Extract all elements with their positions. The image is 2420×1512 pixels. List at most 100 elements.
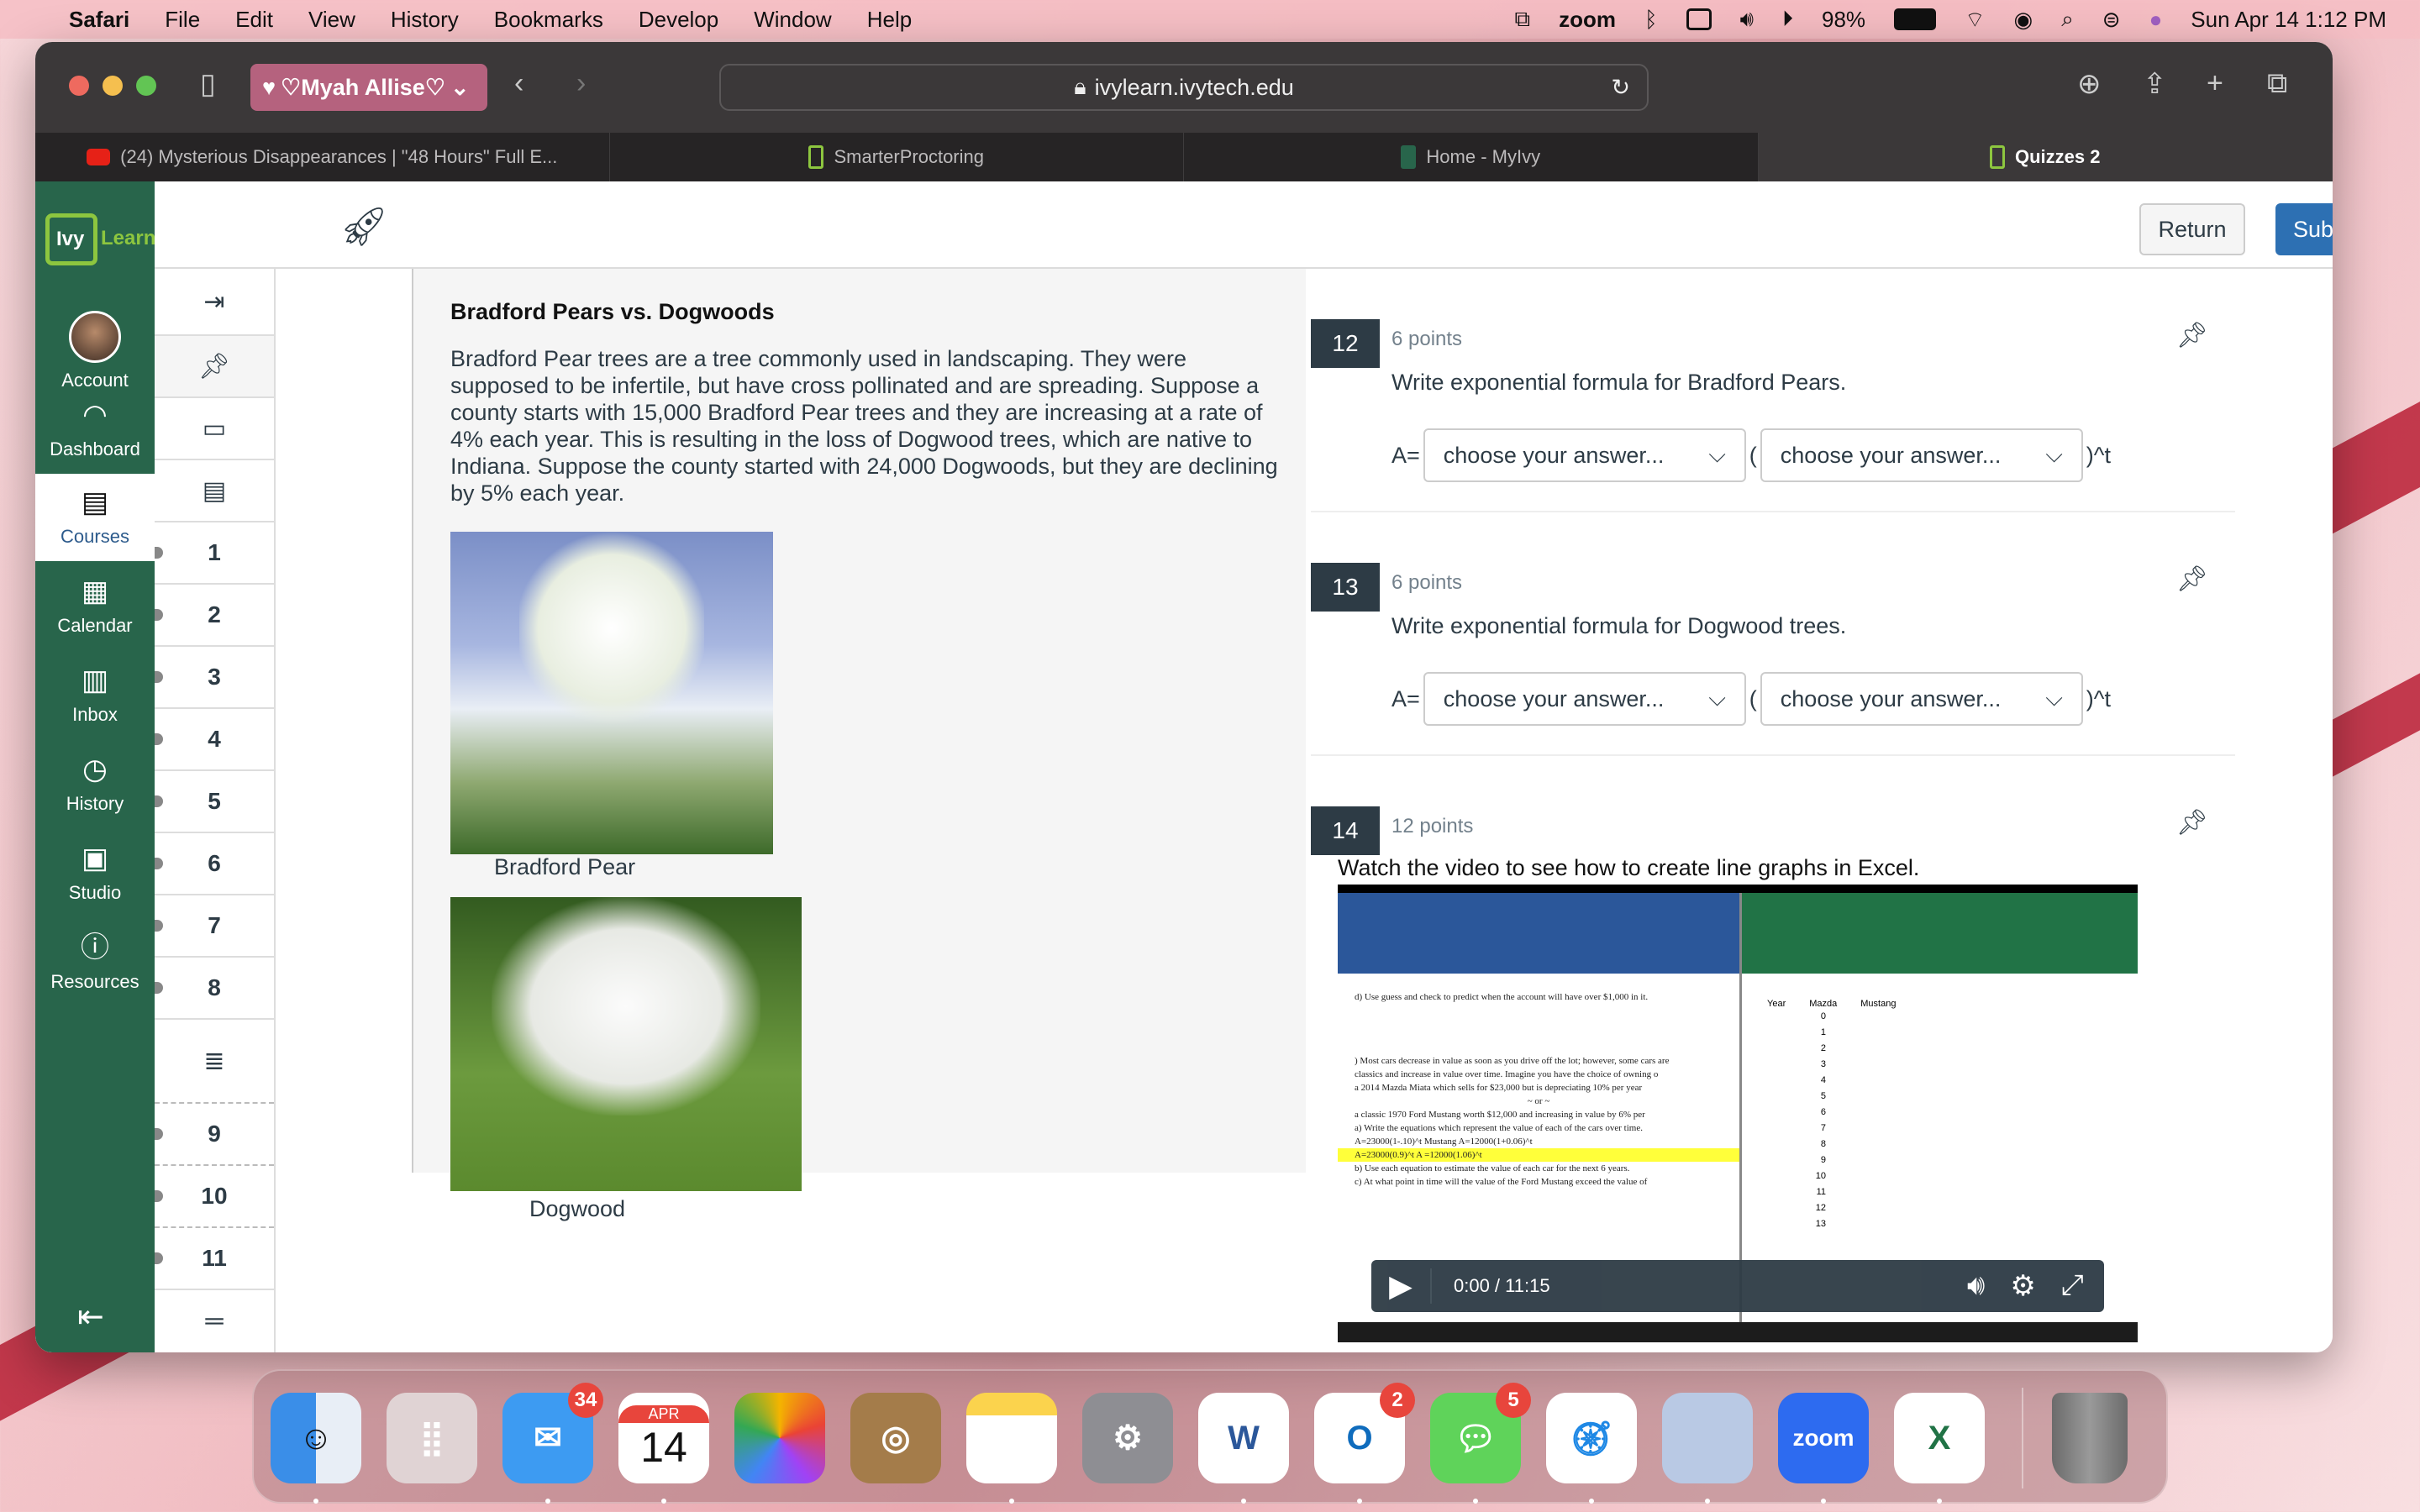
menu-history[interactable]: History — [391, 7, 459, 33]
ivylearn-logo[interactable]: Ivy Learn — [40, 213, 155, 265]
play-icon[interactable]: ⏵ — [1782, 6, 1793, 33]
nav-account[interactable]: Account — [35, 297, 155, 391]
question-link[interactable]: 3 — [155, 647, 274, 709]
dock-excel[interactable]: X — [1894, 1393, 1985, 1504]
answer-select-rate[interactable]: choose your answer... ⌵ — [1760, 428, 2083, 482]
menu-edit[interactable]: Edit — [235, 7, 273, 33]
passage-icon[interactable]: ▤ — [155, 460, 274, 522]
display-icon[interactable] — [1686, 8, 1712, 30]
question-link[interactable]: 7 — [155, 895, 274, 958]
pin-icon[interactable]: 📌︎ — [2176, 808, 2208, 837]
settings-gear-icon[interactable]: ⚙ — [2010, 1269, 2035, 1303]
pin-icon[interactable]: 📌︎ — [2176, 564, 2208, 594]
back-icon[interactable]: ‹ — [514, 67, 523, 100]
profile-button[interactable]: ♥ ♡Myah Allise♡ ⌄ — [250, 64, 487, 111]
question-link[interactable]: 2 — [155, 585, 274, 647]
nav-calendar[interactable]: ▦ Calendar — [35, 563, 155, 650]
question-link[interactable]: 6 — [155, 833, 274, 895]
dock-outlook[interactable]: O2 — [1314, 1383, 1415, 1504]
play-button[interactable]: ▶ — [1371, 1268, 1432, 1304]
nav-studio[interactable]: ▣ Studio — [35, 830, 155, 917]
menu-file[interactable]: File — [165, 7, 200, 33]
video-player[interactable]: d) Use guess and check to predict when t… — [1338, 885, 2138, 1342]
document-icon[interactable]: ▭ — [155, 398, 274, 460]
menu-window[interactable]: Window — [754, 7, 831, 33]
bluetooth-icon[interactable]: ᛒ — [1644, 7, 1658, 33]
nav-inbox[interactable]: ▥ Inbox — [35, 652, 155, 739]
new-tab-icon[interactable]: + — [2207, 67, 2223, 100]
return-button[interactable]: Return — [2139, 203, 2245, 255]
answer-select-rate[interactable]: choose your answer... ⌵ — [1760, 672, 2083, 726]
volume-icon[interactable]: 🔊︎ — [1967, 1269, 1985, 1303]
dock-messages[interactable]: 💬︎ 5 — [1430, 1383, 1531, 1504]
dock-safari[interactable]: 🧭︎ — [1546, 1393, 1637, 1504]
question-link[interactable]: 1 — [155, 522, 274, 585]
zoom-window-button[interactable] — [136, 76, 156, 96]
fullscreen-icon[interactable]: ⤢ — [2061, 1269, 2084, 1303]
question-link[interactable]: 10 — [155, 1166, 274, 1228]
dock-finder[interactable]: ☺ — [271, 1393, 361, 1504]
user-icon[interactable]: ◉ — [2014, 7, 2033, 33]
pin-icon[interactable]: 📌︎ — [2176, 321, 2208, 350]
volume-icon[interactable]: 🔊︎ — [1740, 6, 1754, 33]
tab-smarterproctoring[interactable]: SmarterProctoring — [610, 133, 1184, 181]
expand-navigator-icon[interactable]: ⇥ — [155, 269, 274, 336]
forward-icon[interactable]: › — [576, 67, 586, 100]
control-center-icon[interactable]: ⊜ — [2102, 7, 2121, 33]
dock-trash[interactable] — [2052, 1393, 2128, 1483]
dock-system-settings[interactable]: ⚙ — [1082, 1393, 1173, 1483]
submit-button[interactable]: Submit — [2275, 203, 2333, 255]
question-link[interactable]: 8 — [155, 958, 274, 1020]
downloads-icon[interactable]: ⊕ — [2077, 67, 2102, 101]
dock-zoom[interactable]: zoom — [1778, 1393, 1869, 1504]
dock-mail[interactable]: ✉ 34 — [502, 1383, 603, 1504]
dock-launchpad[interactable]: ⣿ — [387, 1393, 477, 1483]
share-icon[interactable]: ⇪ — [2143, 67, 2167, 101]
nav-resources[interactable]: ⓘ Resources — [35, 919, 155, 1006]
dock-notes[interactable] — [966, 1393, 1057, 1504]
tab-quizzes[interactable]: Quizzes 2 — [1758, 133, 2333, 181]
zoom-status[interactable]: zoom — [1559, 7, 1616, 33]
answer-select-initial[interactable]: choose your answer... ⌵ — [1423, 672, 1746, 726]
wifi-icon[interactable]: ⌔ — [1965, 6, 1985, 34]
nav-courses[interactable]: ▤ Courses — [35, 474, 155, 561]
spotlight-icon[interactable]: ⌕ — [2061, 6, 2074, 33]
close-window-button[interactable] — [69, 76, 89, 96]
nav-history[interactable]: ◷ History — [35, 741, 155, 828]
battery-icon[interactable] — [1894, 8, 1937, 30]
menu-app-name[interactable]: Safari — [69, 7, 129, 33]
tab-myivy[interactable]: Home - MyIvy — [1184, 133, 1759, 181]
minimize-window-button[interactable] — [103, 76, 123, 96]
question-link[interactable]: 5 — [155, 771, 274, 833]
question-link[interactable]: 4 — [155, 709, 274, 771]
collapse-nav-icon[interactable]: ⇤ — [77, 1298, 104, 1336]
address-bar[interactable]: 🔒︎ ivylearn.ivytech.edu ↻ — [719, 64, 1649, 111]
stimulus-icon[interactable]: ═ — [155, 1290, 274, 1352]
question-link[interactable]: 11 — [155, 1228, 274, 1290]
tab-youtube[interactable]: (24) Mysterious Disappearances | "48 Hou… — [35, 133, 610, 181]
sidebar-toggle-icon[interactable]: ▯ — [200, 67, 216, 101]
dock-contacts[interactable]: ◎ — [850, 1393, 941, 1483]
menu-bookmarks[interactable]: Bookmarks — [494, 7, 603, 33]
screen-share-icon[interactable]: ⧉ — [1515, 6, 1531, 33]
battery-percent: 98% — [1822, 6, 1866, 32]
nav-dashboard[interactable]: ◠ Dashboard — [35, 386, 155, 474]
menu-view[interactable]: View — [308, 7, 355, 33]
dock-word[interactable]: W — [1198, 1393, 1289, 1504]
tab-overview-icon[interactable]: ⧉ — [2267, 67, 2287, 100]
menu-develop[interactable]: Develop — [639, 7, 718, 33]
siri-icon[interactable]: ● — [2149, 7, 2163, 33]
answer-select-initial[interactable]: choose your answer... ⌵ — [1423, 428, 1746, 482]
reload-icon[interactable]: ↻ — [1611, 75, 1630, 101]
logo-text-learn: Learn — [101, 227, 156, 249]
pin-icon[interactable]: 📌︎ — [155, 336, 274, 398]
nav-label: Courses — [60, 526, 129, 547]
dock-preview[interactable] — [1662, 1393, 1753, 1504]
avatar — [69, 311, 121, 363]
menu-help[interactable]: Help — [867, 7, 912, 33]
stimulus-icon[interactable]: ≣ — [155, 1020, 274, 1104]
dock-photos[interactable] — [734, 1393, 825, 1483]
clock[interactable]: Sun Apr 14 1:12 PM — [2191, 7, 2386, 33]
dock-calendar[interactable]: APR 14 — [618, 1393, 709, 1504]
question-link[interactable]: 9 — [155, 1104, 274, 1166]
